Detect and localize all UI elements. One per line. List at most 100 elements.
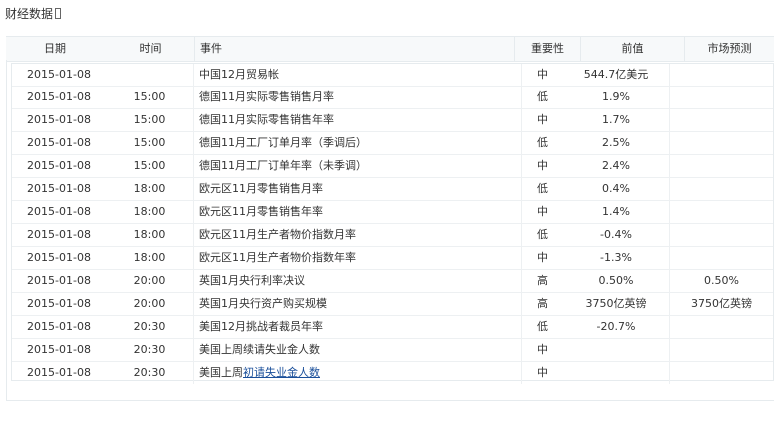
event-cell: 欧元区11月零售销售月率 — [193, 178, 521, 200]
importance-cell: 中 — [521, 201, 563, 223]
forecast-cell — [669, 201, 773, 223]
time-cell: 15:00 — [133, 159, 166, 172]
importance-cell: 低 — [521, 86, 563, 108]
header-previous: 前值 — [580, 37, 684, 61]
event-cell: 德国11月实际零售销售年率 — [193, 109, 521, 131]
importance-cell: 中 — [521, 339, 563, 361]
date-cell: 2015-01-08 — [27, 251, 91, 264]
forecast-cell — [669, 339, 773, 361]
importance-cell: 中 — [521, 362, 563, 384]
date-cell: 2015-01-08 — [27, 320, 91, 333]
forecast-cell — [669, 86, 773, 108]
importance-cell: 高 — [521, 293, 563, 315]
previous-cell: 2.5% — [602, 136, 630, 149]
event-cell: 德国11月工厂订单月率（季调后） — [193, 132, 521, 154]
importance-cell: 高 — [521, 270, 563, 292]
table-header: 日期 时间 事件 重要性 前值 市场预测 — [6, 36, 774, 62]
date-cell: 2015-01-08 — [27, 205, 91, 218]
event-cell: 英国1月央行资产购买规模 — [193, 293, 521, 315]
page-title-text: 财经数据 — [5, 7, 54, 21]
importance-cell: 中 — [521, 155, 563, 177]
date-cell: 2015-01-08 — [27, 159, 91, 172]
previous-cell: -1.3% — [600, 251, 632, 264]
forecast-cell: 3750亿英镑 — [669, 293, 773, 315]
table-row: 2015-01-08 20:30 美国上周初请失业金人数 中 — [12, 362, 773, 385]
event-cell: 美国上周续请失业金人数 — [193, 339, 521, 361]
time-cell: 15:00 — [133, 113, 166, 126]
table-row: 2015-01-08 20:00 英国1月央行利率决议 高 0.50% 0.50… — [12, 270, 773, 293]
forecast-cell — [669, 109, 773, 131]
time-cell: 20:30 — [133, 343, 166, 356]
previous-cell: -20.7% — [596, 320, 636, 333]
table-row: 2015-01-08 15:00 德国11月工厂订单月率（季调后） 低 2.5% — [12, 132, 773, 155]
event-cell: 德国11月实际零售销售月率 — [193, 86, 521, 108]
importance-cell: 低 — [521, 132, 563, 154]
previous-cell: 544.7亿美元 — [583, 68, 649, 81]
time-cell: 18:00 — [133, 182, 166, 195]
event-cell: 欧元区11月生产者物价指数月率 — [193, 224, 521, 246]
event-cell: 英国1月央行利率决议 — [193, 270, 521, 292]
time-cell: 15:00 — [133, 136, 166, 149]
time-cell: 18:00 — [133, 251, 166, 264]
table-row: 2015-01-08 15:00 德国11月工厂订单年率（未季调） 中 2.4% — [12, 155, 773, 178]
date-cell: 2015-01-08 — [27, 343, 91, 356]
forecast-cell — [669, 362, 773, 384]
previous-cell: -0.4% — [600, 228, 632, 241]
date-cell: 2015-01-08 — [27, 68, 91, 81]
table-row: 2015-01-08 15:00 德国11月实际零售销售年率 中 1.7% — [12, 109, 773, 132]
importance-cell: 中 — [521, 109, 563, 131]
table-row: 2015-01-08 18:00 欧元区11月生产者物价指数年率 中 -1.3% — [12, 247, 773, 270]
table-row: 2015-01-08 15:00 德国11月实际零售销售月率 低 1.9% — [12, 86, 773, 109]
importance-cell: 中 — [521, 64, 563, 86]
time-cell: 18:00 — [133, 205, 166, 218]
previous-cell: 1.4% — [602, 205, 630, 218]
importance-cell: 低 — [521, 224, 563, 246]
date-cell: 2015-01-08 — [27, 113, 91, 126]
header-time: 时间 — [139, 42, 162, 55]
header-importance: 重要性 — [514, 37, 580, 61]
date-cell: 2015-01-08 — [27, 182, 91, 195]
forecast-cell — [669, 224, 773, 246]
table-row: 2015-01-08 20:30 美国上周续请失业金人数 中 — [12, 339, 773, 362]
forecast-cell — [669, 155, 773, 177]
time-cell: 20:00 — [133, 297, 166, 310]
date-cell: 2015-01-08 — [27, 366, 91, 379]
table-row: 2015-01-08 18:00 欧元区11月生产者物价指数月率 低 -0.4% — [12, 224, 773, 247]
table-row: 2015-01-08 中国12月贸易帐 中 544.7亿美元 — [12, 64, 773, 87]
time-cell: 15:00 — [133, 90, 166, 103]
previous-cell — [563, 362, 669, 384]
previous-cell — [563, 339, 669, 361]
importance-cell: 低 — [521, 316, 563, 338]
time-cell: 20:30 — [133, 320, 166, 333]
time-cell — [106, 64, 193, 86]
date-cell: 2015-01-08 — [27, 228, 91, 241]
previous-cell: 0.4% — [602, 182, 630, 195]
forecast-cell: 0.50% — [669, 270, 773, 292]
event-text: 美国上周 — [199, 366, 243, 379]
previous-cell: 3750亿英镑 — [585, 297, 647, 310]
date-cell: 2015-01-08 — [27, 90, 91, 103]
header-date: 日期 — [44, 42, 66, 55]
table-row: 2015-01-08 20:30 美国12月挑战者裁员年率 低 -20.7% — [12, 316, 773, 339]
previous-cell: 1.7% — [602, 113, 630, 126]
placeholder-glyph-icon — [55, 8, 62, 19]
event-cell: 中国12月贸易帐 — [193, 64, 521, 86]
event-cell: 欧元区11月零售销售年率 — [193, 201, 521, 223]
forecast-cell — [669, 64, 773, 86]
importance-cell: 低 — [521, 178, 563, 200]
event-cell: 欧元区11月生产者物价指数年率 — [193, 247, 521, 269]
forecast-cell — [669, 316, 773, 338]
importance-cell: 中 — [521, 247, 563, 269]
time-cell: 20:30 — [133, 366, 166, 379]
table-row: 2015-01-08 18:00 欧元区11月零售销售年率 中 1.4% — [12, 201, 773, 224]
event-cell: 美国12月挑战者裁员年率 — [193, 316, 521, 338]
previous-cell: 0.50% — [598, 274, 634, 287]
date-cell: 2015-01-08 — [27, 136, 91, 149]
event-link[interactable]: 初请失业金人数 — [243, 366, 320, 379]
previous-cell: 1.9% — [602, 90, 630, 103]
forecast-cell — [669, 178, 773, 200]
table-row: 2015-01-08 20:00 英国1月央行资产购买规模 高 3750亿英镑 … — [12, 293, 773, 316]
previous-cell: 2.4% — [602, 159, 630, 172]
date-cell: 2015-01-08 — [27, 297, 91, 310]
header-forecast: 市场预测 — [684, 37, 774, 61]
